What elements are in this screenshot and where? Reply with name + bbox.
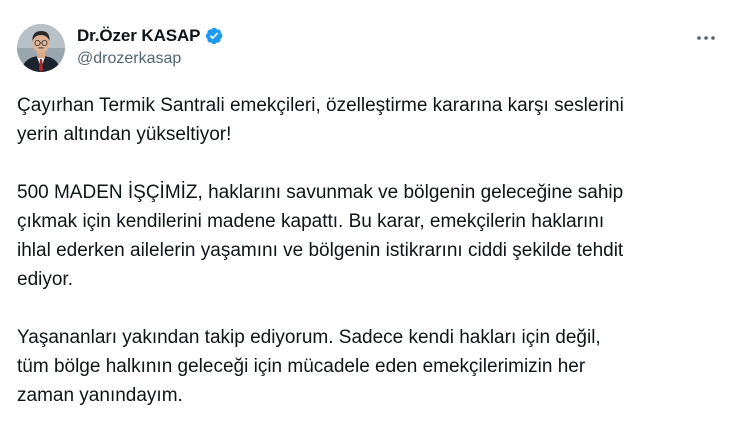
tweet-line: çıkmak için kendilerini madene kapattı. … — [17, 211, 605, 232]
tweet-line: ihlal ederken ailelerin yaşamını ve bölg… — [17, 240, 624, 261]
verified-badge-icon[interactable] — [204, 26, 224, 46]
avatar[interactable] — [17, 24, 65, 72]
tweet-line: Çayırhan Termik Santrali emekçileri, öze… — [17, 95, 624, 116]
tweet: Dr.Özer KASAP @drozerkasap Çayırhan Term… — [0, 0, 732, 431]
tweet-line: ediyor. — [17, 269, 73, 290]
more-options-icon[interactable] — [694, 28, 718, 48]
tweet-line: Yaşananları yakından takip ediyorum. Sad… — [17, 327, 601, 348]
tweet-paragraph: Çayırhan Termik Santrali emekçileri, öze… — [17, 91, 717, 149]
name-row: Dr.Özer KASAP — [77, 25, 224, 47]
avatar-image — [17, 24, 65, 72]
tweet-paragraph: Yaşananları yakından takip ediyorum. Sad… — [17, 323, 717, 410]
tweet-text: Çayırhan Termik Santrali emekçileri, öze… — [17, 91, 717, 410]
tweet-paragraph: 500 MADEN İŞÇİMİZ, haklarını savunmak ve… — [17, 178, 717, 294]
tweet-line: 500 MADEN İŞÇİMİZ, haklarını savunmak ve… — [17, 182, 624, 203]
tweet-line: tüm bölge halkının geleceği için mücadel… — [17, 356, 586, 377]
handle[interactable]: @drozerkasap — [77, 50, 224, 68]
display-name[interactable]: Dr.Özer KASAP — [77, 26, 201, 46]
user-info: Dr.Özer KASAP @drozerkasap — [77, 25, 224, 68]
tweet-line: zaman yanındayım. — [17, 385, 183, 406]
tweet-line: yerin altından yükseltiyor! — [17, 124, 232, 145]
